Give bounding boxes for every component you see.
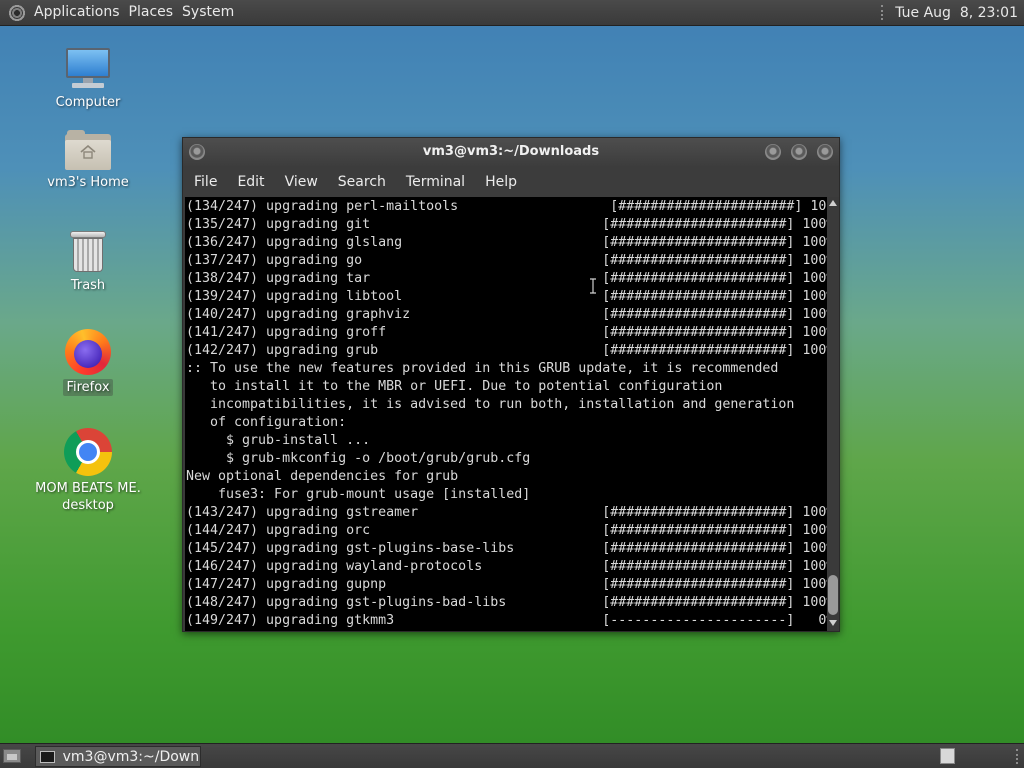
terminal-line: (135/247) upgrading git [###############… (186, 217, 827, 232)
desktop-icon-chrome[interactable]: MOM BEATS ME. desktop (28, 428, 148, 514)
terminal-line: (144/247) upgrading orc [###############… (186, 523, 827, 538)
chrome-icon (64, 428, 112, 476)
show-desktop-icon[interactable] (3, 749, 21, 763)
panel-grip-icon[interactable] (1016, 749, 1021, 764)
firefox-icon (65, 329, 111, 375)
terminal-line: (146/247) upgrading wayland-protocols [#… (186, 559, 827, 574)
terminal-line: (145/247) upgrading gst-plugins-base-lib… (186, 541, 827, 556)
minimize-icon[interactable] (765, 144, 781, 160)
terminal-line: (141/247) upgrading groff [#############… (186, 325, 827, 340)
terminal-lines: (134/247) upgrading perl-mailtools [####… (185, 197, 827, 630)
maximize-icon[interactable] (791, 144, 807, 160)
terminal-line: (142/247) upgrading grub [##############… (186, 343, 827, 358)
desktop-icon-home[interactable]: vm3's Home (28, 130, 148, 191)
terminal-line: (148/247) upgrading gst-plugins-bad-libs… (186, 595, 827, 610)
terminal-window: vm3@vm3:~/Downloads File Edit View Searc… (182, 137, 840, 632)
panel-grip-icon[interactable] (881, 5, 887, 20)
scroll-up-icon[interactable] (829, 200, 837, 206)
desktop-icon-label: Computer (55, 95, 121, 110)
bottom-panel: vm3@vm3:~/Downl... (0, 743, 1024, 768)
close-icon[interactable] (817, 144, 833, 160)
terminal-line: (139/247) upgrading libtool [###########… (186, 289, 827, 304)
terminal-line: :: To use the new features provided in t… (186, 361, 779, 376)
terminal-line: to install it to the MBR or UEFI. Due to… (186, 379, 723, 394)
scroll-thumb[interactable] (828, 575, 838, 615)
trash-icon (69, 229, 107, 273)
terminal-line: fuse3: For grub-mount usage [installed] (186, 487, 531, 502)
terminal-line: $ grub-install ... (186, 433, 371, 448)
terminal-line: (143/247) upgrading gstreamer [#########… (186, 505, 827, 520)
terminal-scrollbar[interactable] (827, 197, 839, 631)
terminal-line: incompatibilities, it is advised to run … (186, 397, 795, 412)
computer-icon (64, 46, 112, 90)
desktop-icon-label: Firefox (63, 379, 113, 396)
taskbar-terminal-button[interactable]: vm3@vm3:~/Downl... (35, 746, 201, 767)
taskbar-task-label: vm3@vm3:~/Downl... (62, 748, 200, 765)
terminal-menubar: File Edit View Search Terminal Help (183, 167, 839, 197)
applications-menu[interactable]: Applications (34, 0, 129, 25)
menu-terminal[interactable]: Terminal (395, 174, 474, 190)
scroll-down-icon[interactable] (829, 620, 837, 626)
terminal-line: (136/247) upgrading glslang [###########… (186, 235, 827, 250)
menu-help[interactable]: Help (474, 174, 526, 190)
terminal-line: (140/247) upgrading graphviz [##########… (186, 307, 827, 322)
desktop-icon-trash[interactable]: Trash (28, 229, 148, 294)
text-cursor-icon (590, 278, 596, 294)
desktop-icon-computer[interactable]: Computer (28, 46, 148, 111)
terminal-line: (137/247) upgrading go [################… (186, 253, 827, 268)
desktop-icon-label-line1: MOM BEATS ME. (35, 481, 141, 496)
menu-view[interactable]: View (274, 174, 327, 190)
terminal-line: New optional dependencies for grub (186, 469, 459, 484)
desktop-icon-label: Trash (70, 278, 106, 293)
menu-search[interactable]: Search (327, 174, 395, 190)
workspace-switcher[interactable] (940, 748, 955, 764)
terminal-line: of configuration: (186, 415, 347, 430)
system-menu[interactable]: System (182, 0, 243, 25)
terminal-line: $ grub-mkconfig -o /boot/grub/grub.cfg (186, 451, 531, 466)
terminal-line: (134/247) upgrading perl-mailtools [####… (186, 199, 827, 214)
home-folder-icon (65, 130, 111, 170)
mate-logo-icon[interactable] (8, 3, 26, 22)
window-titlebar[interactable]: vm3@vm3:~/Downloads (183, 138, 839, 167)
desktop-icon-label-line2: desktop (62, 498, 114, 513)
desktop-icon-label: vm3's Home (47, 175, 129, 190)
terminal-line: (147/247) upgrading gupnp [#############… (186, 577, 827, 592)
window-title: vm3@vm3:~/Downloads (422, 144, 600, 159)
top-panel-tray: Tue Aug 8, 23:01 (881, 0, 1024, 25)
menu-edit[interactable]: Edit (226, 174, 273, 190)
desktop-icon-firefox[interactable]: Firefox (28, 329, 148, 396)
places-menu[interactable]: Places (129, 0, 183, 25)
top-panel: Applications Places System Tue Aug 8, 23… (0, 0, 1024, 26)
terminal-output[interactable]: (134/247) upgrading perl-mailtools [####… (185, 197, 827, 631)
terminal-line: (138/247) upgrading tar [###############… (186, 271, 827, 286)
terminal-icon (40, 750, 55, 763)
clock[interactable]: Tue Aug 8, 23:01 (895, 5, 1018, 21)
terminal-line: (149/247) upgrading gtkmm3 [------------… (186, 613, 827, 628)
menu-file[interactable]: File (183, 174, 226, 190)
